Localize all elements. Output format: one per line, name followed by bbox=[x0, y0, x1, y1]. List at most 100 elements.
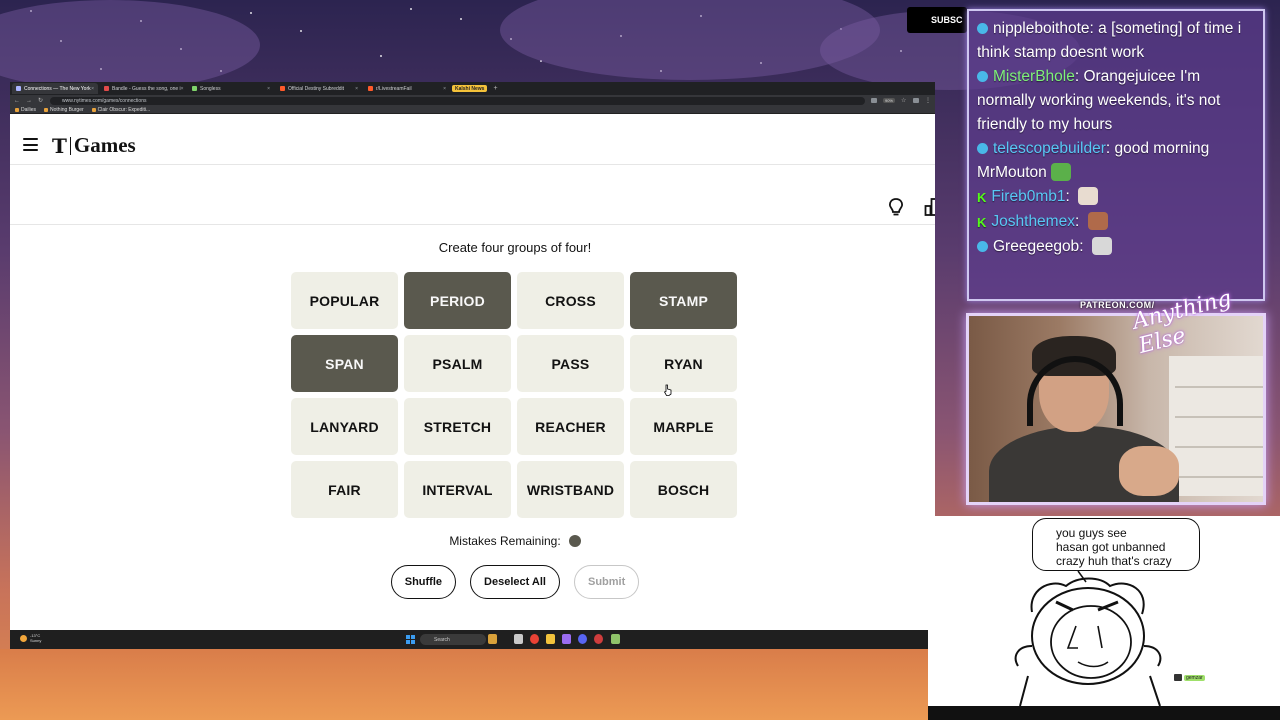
app-icon[interactable] bbox=[562, 634, 571, 644]
chat-colon: : bbox=[1079, 238, 1088, 255]
chat-colon: : bbox=[1074, 213, 1084, 230]
word-tile[interactable]: PERIOD bbox=[404, 272, 511, 329]
word-tile[interactable]: MARPLE bbox=[630, 398, 737, 455]
browser-tab[interactable]: r/LivestreamFail × bbox=[364, 83, 450, 94]
sun-icon bbox=[20, 634, 27, 642]
back-icon[interactable]: ← bbox=[14, 98, 20, 104]
close-tab-icon[interactable]: × bbox=[355, 86, 358, 92]
word-tile[interactable]: STRETCH bbox=[404, 398, 511, 455]
tab-label: Connections — The New York bbox=[24, 85, 91, 92]
word-tile[interactable]: RYAN bbox=[630, 335, 737, 392]
subscribe-button[interactable]: SUBSC bbox=[907, 7, 967, 33]
word-tile[interactable]: LANYARD bbox=[291, 398, 398, 455]
taskbar-search[interactable]: Search bbox=[420, 634, 486, 645]
close-tab-icon[interactable]: × bbox=[91, 86, 94, 92]
folder-icon bbox=[15, 107, 19, 112]
browser-tab[interactable]: Bandle - Guess the song, one i × bbox=[100, 83, 186, 94]
bookmark-label: Dailies bbox=[21, 106, 37, 113]
deselect-all-button[interactable]: Deselect All bbox=[470, 565, 560, 599]
close-tab-icon[interactable]: × bbox=[181, 86, 184, 92]
bookmark-item[interactable]: Nothing Burger bbox=[44, 107, 84, 113]
bookmark-label: Nothing Burger bbox=[50, 106, 84, 113]
chat-message: MisterBhole: Orangejuicee I'm normally w… bbox=[969, 65, 1263, 137]
tab-label: Songless bbox=[200, 85, 221, 92]
mistakes-remaining: Mistakes Remaining: bbox=[291, 534, 739, 548]
word-tile[interactable]: REACHER bbox=[517, 398, 624, 455]
close-tab-icon[interactable]: × bbox=[267, 86, 270, 92]
word-tile[interactable]: BOSCH bbox=[630, 461, 737, 518]
weather-condition: Sunny bbox=[30, 638, 42, 643]
reload-icon[interactable]: ↻ bbox=[38, 97, 44, 104]
tab-label: r/LivestreamFail bbox=[376, 85, 412, 92]
file-explorer-icon[interactable] bbox=[514, 634, 523, 644]
username-tag: gemzar bbox=[1174, 674, 1205, 681]
star bbox=[410, 8, 412, 10]
tab-bar: Connections — The New York × Bandle - Gues… bbox=[10, 82, 935, 95]
bookmark-item[interactable]: Clair Obscur: Expediti... bbox=[91, 106, 151, 113]
word-tile[interactable]: WRISTBAND bbox=[517, 461, 624, 518]
kalshi-tab[interactable]: Kalshi News bbox=[452, 85, 488, 92]
lightbulb-hint-icon[interactable] bbox=[887, 197, 905, 217]
chat-username[interactable]: Greegeegob bbox=[993, 238, 1079, 255]
browser-tab[interactable]: Connections — The New York × bbox=[12, 83, 98, 94]
face-emote-icon bbox=[1087, 212, 1108, 230]
forward-icon[interactable]: → bbox=[26, 98, 32, 104]
tab-label: Official Destiny Subreddit bbox=[288, 85, 345, 92]
branch-decoration bbox=[3, 649, 117, 668]
discord-icon[interactable] bbox=[578, 634, 587, 644]
action-buttons: Shuffle Deselect All Submit bbox=[291, 565, 739, 599]
word-tile[interactable]: STAMP bbox=[630, 272, 737, 329]
tab-favicon-icon bbox=[368, 86, 373, 91]
chat-username[interactable]: MisterBhole bbox=[993, 68, 1075, 85]
profile-icon[interactable] bbox=[913, 98, 919, 103]
shuffle-button[interactable]: Shuffle bbox=[390, 565, 457, 599]
chat-overlay: nippleboithote: a [someting] of time i t… bbox=[967, 9, 1265, 301]
mistake-dots bbox=[568, 535, 581, 547]
word-tile[interactable]: PASS bbox=[517, 335, 624, 392]
word-tile[interactable]: PSALM bbox=[404, 335, 511, 392]
word-tile[interactable]: CROSS bbox=[517, 272, 624, 329]
nyt-t-logo: T bbox=[52, 133, 67, 158]
hand-cursor-icon bbox=[664, 384, 672, 396]
star bbox=[380, 55, 382, 57]
browser-tab[interactable]: Official Destiny Subreddit × bbox=[276, 83, 362, 94]
bookmark-label: Clair Obscur: Expediti... bbox=[97, 106, 151, 113]
word-tile[interactable]: SPAN bbox=[291, 335, 398, 392]
submit-button[interactable]: Submit bbox=[573, 565, 640, 599]
chat-colon: : bbox=[1105, 140, 1115, 157]
zoom-badge[interactable]: 90% bbox=[882, 98, 895, 103]
chat-username[interactable]: telescopebuilder bbox=[993, 140, 1106, 157]
extension-icon[interactable] bbox=[870, 98, 877, 103]
app-icon-2[interactable] bbox=[594, 634, 603, 644]
word-tile[interactable]: INTERVAL bbox=[404, 461, 511, 518]
star bbox=[250, 12, 252, 14]
nyt-games-logo[interactable]: T Games bbox=[52, 133, 136, 158]
weather-widget[interactable]: -13°C Sunny bbox=[20, 633, 41, 643]
browser-tab[interactable]: Songless × bbox=[188, 83, 274, 94]
chrome-icon[interactable] bbox=[530, 634, 539, 644]
chat-username[interactable]: Fireb0mb1 bbox=[991, 188, 1065, 205]
folder-icon[interactable] bbox=[546, 634, 555, 644]
word-tile[interactable]: FAIR bbox=[291, 461, 398, 518]
close-tab-icon[interactable]: × bbox=[443, 86, 446, 92]
bottom-strip bbox=[928, 706, 1280, 720]
chat-username[interactable]: Joshthemex bbox=[991, 213, 1075, 230]
new-tab-icon[interactable]: + bbox=[493, 85, 497, 92]
taskbar-app-icon[interactable] bbox=[488, 634, 497, 644]
hamburger-menu-icon[interactable] bbox=[23, 138, 38, 151]
background-strip bbox=[0, 649, 928, 720]
menu-dots-icon[interactable]: ⋮ bbox=[925, 97, 931, 104]
chat-message: Greegeegob: bbox=[969, 235, 1263, 259]
branch-decoration bbox=[2, 649, 159, 666]
chat-message: telescopebuilder: good morning MrMouton bbox=[969, 137, 1263, 185]
url-field[interactable]: www.nytimes.com/games/connections bbox=[50, 96, 865, 105]
word-tile[interactable]: POPULAR bbox=[291, 272, 398, 329]
bookmark-item[interactable]: Dailies bbox=[15, 107, 36, 113]
streamer-hand bbox=[1119, 446, 1179, 496]
chat-username[interactable]: nippleboithote bbox=[993, 20, 1090, 37]
windows-start-icon[interactable] bbox=[406, 635, 415, 644]
bookmark-star-icon[interactable]: ☆ bbox=[901, 97, 907, 104]
webcam-feed bbox=[966, 313, 1266, 505]
stats-icon[interactable] bbox=[924, 197, 935, 217]
app-icon-3[interactable] bbox=[611, 634, 620, 644]
